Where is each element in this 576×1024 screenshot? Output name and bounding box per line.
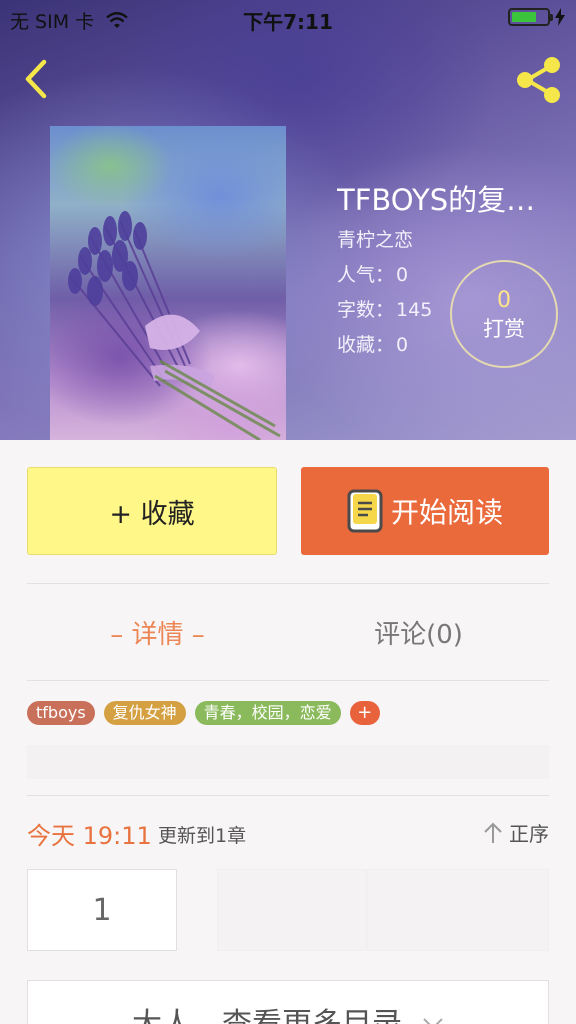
add-tag-button[interactable]: + [349, 701, 380, 725]
tag-list: tfboys 复仇女神 青春，校园，恋爱 + [27, 701, 380, 725]
status-bar: 无 SIM 卡 下午7:11 [0, 0, 576, 38]
status-time: 下午7:11 [243, 10, 333, 34]
stat-label: 字数： [337, 299, 395, 321]
book-title: TFBOYS的复… [337, 183, 536, 217]
stat-value: 0 [396, 334, 409, 356]
start-reading-label: 开始阅读 [390, 496, 503, 529]
stat-label: 收藏： [337, 334, 395, 356]
tab-comments[interactable]: 评论(0) [288, 584, 549, 680]
arrow-up-icon [484, 822, 502, 843]
battery-fill [512, 12, 537, 22]
chapter-cell-empty [217, 869, 367, 951]
update-time: 今天 19:11 [27, 822, 152, 850]
chevron-down-icon [423, 1018, 443, 1024]
stat-value: 145 [396, 299, 433, 321]
description-area [27, 745, 549, 779]
book-author[interactable]: 青柠之恋 [337, 228, 567, 252]
book-icon [347, 489, 383, 533]
tag-chip[interactable]: tfboys [27, 701, 95, 725]
start-reading-button[interactable]: 开始阅读 [301, 467, 549, 555]
chevron-left-icon [25, 59, 47, 99]
share-button[interactable] [513, 56, 565, 104]
battery-icon [508, 8, 553, 26]
book-header: 无 SIM 卡 下午7:11 TFBOYS的复… 青柠之恋 人气： 0 字数： … [0, 0, 576, 440]
tag-chip[interactable]: 青春，校园，恋爱 [194, 701, 341, 725]
status-right [508, 8, 566, 26]
tab-bar: – 详情 – 评论(0) [27, 584, 549, 680]
stat-value: 0 [396, 264, 409, 286]
add-to-favorites-button[interactable]: + 收藏 [27, 467, 277, 555]
more-catalog-label: 大人，查看更多目录 [132, 999, 402, 1024]
share-icon [517, 57, 560, 103]
charging-icon [555, 8, 565, 26]
book-cover-image [50, 126, 286, 440]
reward-button[interactable]: 0 打赏 [450, 260, 558, 368]
reward-label: 打赏 [483, 317, 525, 341]
chapter-cell[interactable]: 1 [27, 869, 177, 951]
stat-label: 人气： [337, 264, 395, 286]
sort-order-toggle[interactable]: 正序 [483, 818, 549, 847]
tag-chip[interactable]: 复仇女神 [103, 701, 186, 725]
divider [27, 795, 549, 796]
tab-details[interactable]: – 详情 – [27, 584, 288, 680]
chapter-cell-empty [367, 869, 549, 951]
reward-count: 0 [497, 288, 511, 313]
more-catalog-button[interactable]: 大人，查看更多目录 [27, 980, 549, 1024]
back-button[interactable] [16, 56, 56, 102]
update-info: 今天 19:11 更新到1章 正序 [27, 812, 549, 852]
lavender-illustration [68, 211, 281, 440]
divider [27, 680, 549, 681]
sort-order-label: 正序 [509, 822, 549, 846]
update-text: 更新到1章 [158, 825, 247, 847]
